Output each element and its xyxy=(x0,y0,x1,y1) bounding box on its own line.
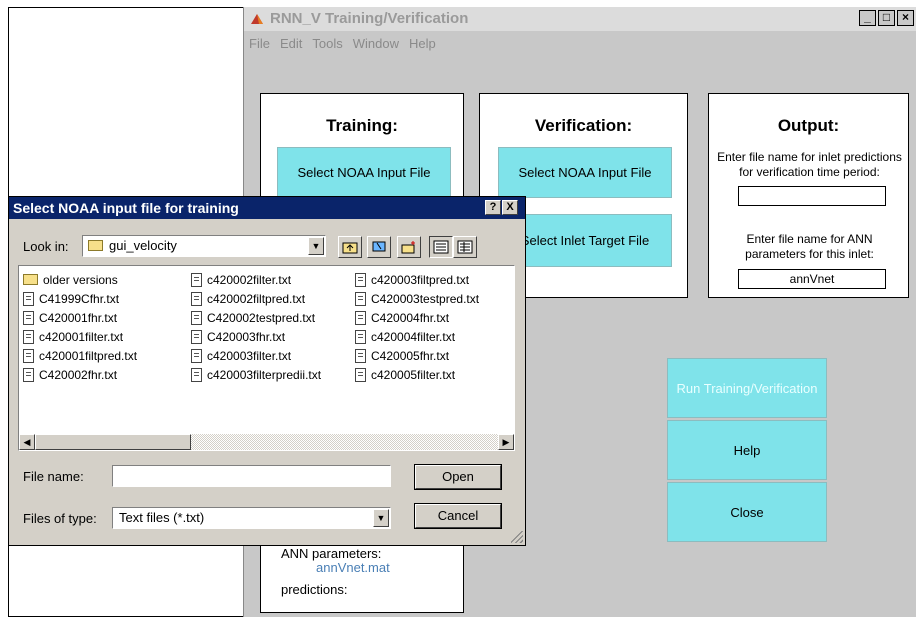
scroll-left-icon[interactable]: ◀ xyxy=(19,434,35,450)
list-view-button[interactable] xyxy=(429,236,453,258)
text-file-icon xyxy=(23,329,34,344)
output-panel: Output: Enter file name for inlet predic… xyxy=(708,93,909,298)
close-icon[interactable]: × xyxy=(897,10,914,26)
minimize-icon[interactable]: _ xyxy=(859,10,876,26)
main-window-title: RNN_V Training/Verification xyxy=(270,10,469,27)
text-file-icon xyxy=(23,310,34,325)
text-file-icon xyxy=(23,367,34,382)
run-training-verification-button[interactable]: Run Training/Verification xyxy=(667,358,827,418)
text-file-icon xyxy=(355,310,366,325)
scrollbar-thumb[interactable] xyxy=(35,434,191,450)
text-file-icon xyxy=(23,291,34,306)
up-folder-icon xyxy=(342,242,358,254)
list-item[interactable]: C41999Cfhr.txt xyxy=(23,289,137,308)
list-item[interactable]: c420005filter.txt xyxy=(355,365,479,384)
look-in-value: gui_velocity xyxy=(109,238,177,253)
file-open-dialog: Select NOAA input file for training ? X … xyxy=(8,196,526,546)
matlab-app-icon xyxy=(251,14,263,24)
help-button[interactable]: Help xyxy=(667,420,827,480)
menu-bar: File Edit Tools Window Help xyxy=(244,34,441,54)
text-file-icon xyxy=(191,348,202,363)
list-item[interactable]: C420002fhr.txt xyxy=(23,365,137,384)
details-view-button[interactable] xyxy=(453,236,477,258)
menu-edit[interactable]: Edit xyxy=(275,34,307,54)
training-title: Training: xyxy=(326,116,398,135)
output-predictions-input[interactable] xyxy=(738,186,886,206)
list-item[interactable]: C420001fhr.txt xyxy=(23,308,137,327)
training-ann-params-value: annVnet.mat xyxy=(316,560,390,575)
list-item[interactable]: c420004filter.txt xyxy=(355,327,479,346)
text-file-icon xyxy=(355,272,366,287)
up-folder-button[interactable] xyxy=(338,236,362,258)
list-item[interactable]: c420001filter.txt xyxy=(23,327,137,346)
dialog-titlebar: Select NOAA input file for training ? X xyxy=(9,197,525,219)
resize-grip-icon[interactable] xyxy=(511,531,523,543)
text-file-icon xyxy=(23,348,34,363)
text-file-icon xyxy=(191,367,202,382)
help-question-icon[interactable]: ? xyxy=(485,200,501,215)
output-ann-input[interactable]: annVnet xyxy=(738,269,886,289)
list-item[interactable]: C420005fhr.txt xyxy=(355,346,479,365)
folder-icon xyxy=(23,274,38,285)
file-name-input[interactable] xyxy=(112,465,391,487)
scroll-right-icon[interactable]: ▶ xyxy=(498,434,514,450)
dialog-close-icon[interactable]: X xyxy=(502,200,518,215)
files-of-type-label: Files of type: xyxy=(23,511,97,526)
list-item[interactable]: c420003filterpredii.txt xyxy=(191,365,321,384)
list-item[interactable]: c420003filter.txt xyxy=(191,346,321,365)
training-select-input-button[interactable]: Select NOAA Input File xyxy=(277,147,451,198)
list-item[interactable]: C420003testpred.txt xyxy=(355,289,479,308)
menu-window[interactable]: Window xyxy=(348,34,404,54)
output-ann-prompt: Enter file name for ANN parameters for t… xyxy=(745,232,874,261)
maximize-icon[interactable]: □ xyxy=(878,10,895,26)
desktop-button[interactable] xyxy=(367,236,391,258)
text-file-icon xyxy=(355,329,366,344)
list-item[interactable]: c420002filter.txt xyxy=(191,270,321,289)
output-predictions-prompt: Enter file name for inlet predictions fo… xyxy=(717,150,902,179)
files-of-type-value: Text files (*.txt) xyxy=(119,510,205,525)
desktop-icon xyxy=(372,241,386,252)
main-titlebar: RNN_V Training/Verification _ □ × xyxy=(244,7,916,31)
text-file-icon xyxy=(355,367,366,382)
text-file-icon xyxy=(355,291,366,306)
folder-icon xyxy=(88,240,103,251)
text-file-icon xyxy=(191,310,202,325)
list-item[interactable]: C420003fhr.txt xyxy=(191,327,321,346)
list-item-folder[interactable]: older versions xyxy=(23,270,137,289)
new-folder-icon xyxy=(401,241,415,254)
text-file-icon xyxy=(355,348,366,363)
files-of-type-select[interactable]: Text files (*.txt) ▼ xyxy=(112,507,391,529)
verification-title: Verification: xyxy=(534,116,633,135)
training-predictions-label: predictions: xyxy=(281,582,348,597)
look-in-combobox[interactable]: gui_velocity ▼ xyxy=(82,235,326,257)
details-view-icon xyxy=(457,240,473,254)
file-name-label: File name: xyxy=(23,469,84,484)
chevron-down-icon[interactable]: ▼ xyxy=(373,509,389,527)
dialog-title: Select NOAA input file for training xyxy=(13,200,239,216)
list-item[interactable]: c420003filtpred.txt xyxy=(355,270,479,289)
list-item[interactable]: c420002filtpred.txt xyxy=(191,289,321,308)
text-file-icon xyxy=(191,272,202,287)
chevron-down-icon[interactable]: ▼ xyxy=(308,237,324,255)
menu-help[interactable]: Help xyxy=(404,34,441,54)
file-list[interactable]: older versions C41999Cfhr.txt C420001fhr… xyxy=(18,265,515,451)
training-ann-params-label: ANN parameters: xyxy=(281,546,382,561)
verification-select-input-button[interactable]: Select NOAA Input File xyxy=(498,147,672,198)
menu-file[interactable]: File xyxy=(244,34,275,54)
list-item[interactable]: c420001filtpred.txt xyxy=(23,346,137,365)
cancel-button[interactable]: Cancel xyxy=(414,503,502,529)
list-view-icon xyxy=(433,240,449,254)
close-button[interactable]: Close xyxy=(667,482,827,542)
text-file-icon xyxy=(191,329,202,344)
list-item[interactable]: C420004fhr.txt xyxy=(355,308,479,327)
list-item[interactable]: C420002testpred.txt xyxy=(191,308,321,327)
look-in-label: Look in: xyxy=(23,239,69,254)
text-file-icon xyxy=(191,291,202,306)
open-button[interactable]: Open xyxy=(414,464,502,490)
menu-tools[interactable]: Tools xyxy=(307,34,347,54)
horizontal-scrollbar[interactable]: ◀ ▶ xyxy=(19,434,514,450)
new-folder-button[interactable] xyxy=(397,236,421,258)
output-title: Output: xyxy=(777,116,840,135)
